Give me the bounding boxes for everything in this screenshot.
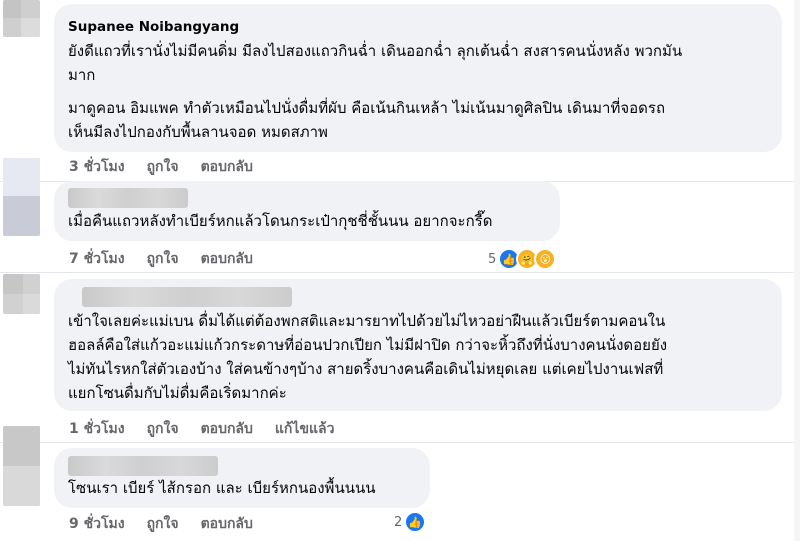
comment-text-line: มาดูคอน อิมแพค ทำตัวเหมือนไปนั่งดื่มที่ผ…: [68, 99, 666, 117]
avatar[interactable]: [3, 158, 40, 236]
like-button[interactable]: ถูกใจ: [147, 156, 179, 178]
like-button[interactable]: ถูกใจ: [147, 513, 179, 535]
like-icon: 👍: [404, 511, 427, 533]
avatar[interactable]: [3, 0, 40, 37]
comment-actions: 1 ชั่วโมง ถูกใจ ตอบกลับ แก้ไขแล้ว: [69, 418, 334, 440]
comment-text-line: ไม่ทันไรหกใส่ตัวเองบ้าง ใส่คนข้างๆบ้าง ส…: [68, 360, 664, 378]
comment-timestamp[interactable]: 1 ชั่วโมง: [69, 418, 125, 440]
comment-author[interactable]: Supanee Noibangyang: [68, 19, 239, 35]
reply-button[interactable]: ตอบกลับ: [201, 248, 253, 270]
reply-button[interactable]: ตอบกลับ: [201, 418, 253, 440]
divider: [0, 442, 800, 443]
comment-timestamp[interactable]: 7 ชั่วโมง: [69, 248, 125, 270]
comment-text-line: ฮอลล์คือใส่แก้วอะแม่แก้วกระดาษที่อ่อนปวก…: [68, 336, 668, 354]
comment-text-line: เห็นมีลงไปกองกับพื้นลานจอด หมดสภาพ: [68, 123, 328, 141]
comment-text-line: แยกโซนดื่มกับไม่ดื่มคือเริ่ดมากค่ะ: [68, 384, 287, 402]
divider: [0, 272, 800, 273]
comment-actions: 9 ชั่วโมง ถูกใจ ตอบกลับ: [69, 513, 253, 535]
avatar[interactable]: [3, 274, 40, 314]
avatar[interactable]: [3, 426, 40, 506]
reply-button[interactable]: ตอบกลับ: [201, 156, 253, 178]
edited-label[interactable]: แก้ไขแล้ว: [275, 418, 335, 440]
reply-button[interactable]: ตอบกลับ: [201, 513, 253, 535]
comment-timestamp[interactable]: 9 ชั่วโมง: [69, 513, 125, 535]
author-name-redacted: [68, 188, 188, 208]
like-button[interactable]: ถูกใจ: [147, 248, 179, 270]
comment-actions: 3 ชั่วโมง ถูกใจ ตอบกลับ: [69, 156, 253, 178]
wow-icon: 😮: [534, 248, 557, 270]
author-name-redacted: [82, 287, 292, 307]
author-name-redacted: [68, 456, 218, 476]
comment-text-line: โซนเรา เบียร์ ไส้กรอก และ เบียร์หกนองพื้…: [68, 479, 376, 497]
reaction-count: 5: [488, 251, 497, 267]
scrollbar[interactable]: [794, 0, 800, 541]
comment-timestamp[interactable]: 3 ชั่วโมง: [69, 156, 125, 178]
comment-text-line: มาก: [68, 66, 96, 84]
comment-text-line: เข้าใจเลยค่ะแม่เบน ดื่มได้แต่ต้องพกสติแล…: [68, 312, 666, 330]
comment-text-line: เมื่อคืนแถวหลังทำเบียร์หกแล้วโดนกระเป๋าก…: [68, 212, 493, 230]
reaction-summary[interactable]: 2 👍: [394, 511, 427, 533]
comment-actions: 7 ชั่วโมง ถูกใจ ตอบกลับ: [69, 248, 253, 270]
like-button[interactable]: ถูกใจ: [147, 418, 179, 440]
reaction-count: 2: [394, 514, 403, 530]
reaction-summary[interactable]: 5 👍 🤗 😮: [488, 248, 557, 270]
comment-text-line: ยังดีแถวที่เรานั่งไม่มีคนดิ่ม มีลงไปสองแ…: [68, 42, 683, 60]
